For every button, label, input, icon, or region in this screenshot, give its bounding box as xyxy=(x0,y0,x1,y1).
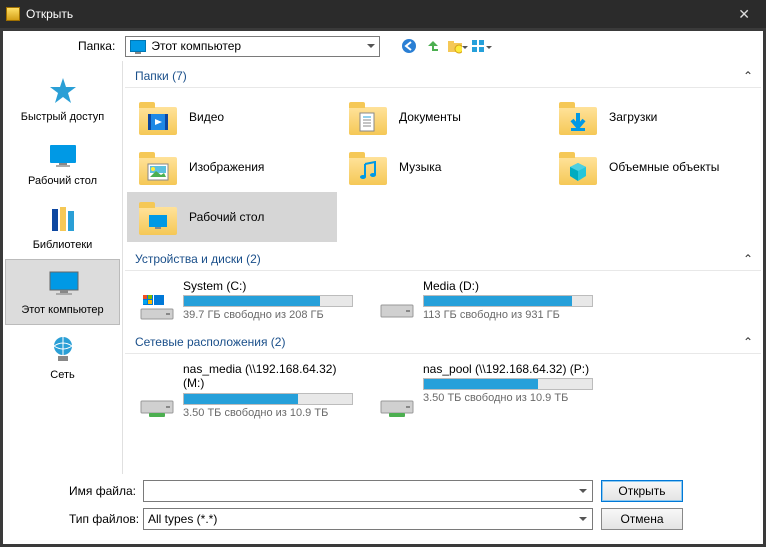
drive-name: nas_media (\\192.168.64.32) (M:) xyxy=(183,362,361,391)
sidebar-item-label: Сеть xyxy=(50,369,74,381)
folder-downloads[interactable]: Загрузки xyxy=(547,92,757,142)
drive-capacity-bar xyxy=(183,393,353,405)
folder-label: Загрузки xyxy=(609,110,657,124)
sidebar-item-label: Этот компьютер xyxy=(21,304,103,316)
folder-dropdown[interactable]: Этот компьютер xyxy=(125,36,380,57)
drive-free-text: 3.50 ТБ свободно из 10.9 ТБ xyxy=(423,392,601,404)
desktop-icon xyxy=(47,139,79,171)
desktop-small-icon xyxy=(147,211,169,233)
network-icon xyxy=(47,333,79,365)
folder-label: Документы xyxy=(399,110,461,124)
content-area: Папки (7) ⌃ Видео Документы xyxy=(123,61,763,474)
folder-documents[interactable]: Документы xyxy=(337,92,547,142)
network-drive-icon xyxy=(139,362,175,419)
pc-icon xyxy=(130,40,146,52)
chevron-down-icon xyxy=(579,489,587,493)
section-network-header[interactable]: Сетевые расположения (2) ⌃ xyxy=(125,331,761,354)
star-icon xyxy=(47,75,79,107)
video-icon xyxy=(147,111,169,133)
sidebar-item-desktop[interactable]: Рабочий стол xyxy=(3,131,122,195)
libraries-icon xyxy=(47,203,79,235)
sidebar-item-label: Быстрый доступ xyxy=(21,111,105,123)
pc-icon xyxy=(47,268,79,300)
up-button[interactable] xyxy=(422,35,444,57)
system-drive-icon xyxy=(139,279,175,321)
chevron-down-icon xyxy=(367,44,375,48)
drive-name: nas_pool (\\192.168.64.32) (P:) xyxy=(423,362,601,376)
section-folders-header[interactable]: Папки (7) ⌃ xyxy=(125,65,761,88)
up-icon xyxy=(424,37,442,55)
sidebar-item-libraries[interactable]: Библиотеки xyxy=(3,195,122,259)
sidebar-item-label: Библиотеки xyxy=(33,239,93,251)
view-button[interactable] xyxy=(470,35,492,57)
close-button[interactable]: ✕ xyxy=(728,4,760,25)
folder-pictures[interactable]: Изображения xyxy=(127,142,337,192)
drive-free-text: 113 ГБ свободно из 931 ГБ xyxy=(423,309,601,321)
drive-name: System (C:) xyxy=(183,279,361,293)
folder-label: Изображения xyxy=(189,160,264,174)
pictures-icon xyxy=(147,161,169,183)
folder-label: Видео xyxy=(189,110,224,124)
downloads-icon xyxy=(567,111,589,133)
network-drive-icon xyxy=(379,362,415,419)
toolbar: Папка: Этот компьютер xyxy=(3,31,763,61)
music-icon xyxy=(357,161,379,183)
cancel-button[interactable]: Отмена xyxy=(601,508,683,530)
folder-videos[interactable]: Видео xyxy=(127,92,337,142)
drive-free-text: 3.50 ТБ свободно из 10.9 ТБ xyxy=(183,407,361,419)
sidebar-item-quick[interactable]: Быстрый доступ xyxy=(3,67,122,131)
section-title: Сетевые расположения (2) xyxy=(135,335,285,349)
sidebar-item-pc[interactable]: Этот компьютер xyxy=(5,259,120,325)
network-drive-p[interactable]: nas_pool (\\192.168.64.32) (P:) 3.50 ТБ … xyxy=(367,358,607,423)
bottom-panel: Имя файла: Открыть Тип файлов: All types… xyxy=(3,474,763,544)
drive-free-text: 39.7 ГБ свободно из 208 ГБ xyxy=(183,309,361,321)
folder-label: Папка: xyxy=(78,39,115,53)
filename-label: Имя файла: xyxy=(13,484,135,498)
drive-d[interactable]: Media (D:) 113 ГБ свободно из 931 ГБ xyxy=(367,275,607,325)
chevron-up-icon: ⌃ xyxy=(743,69,753,83)
drive-capacity-bar xyxy=(183,295,353,307)
section-title: Папки (7) xyxy=(135,69,187,83)
folder-label: Музыка xyxy=(399,160,441,174)
open-button[interactable]: Открыть xyxy=(601,480,683,502)
sidebar: Быстрый доступ Рабочий стол Библиотеки Э… xyxy=(3,61,123,474)
window-title: Открыть xyxy=(26,7,73,21)
chevron-up-icon: ⌃ xyxy=(743,252,753,266)
back-button[interactable] xyxy=(398,35,420,57)
filetype-value: All types (*.*) xyxy=(148,512,217,526)
filename-input[interactable] xyxy=(143,480,593,502)
3d-icon xyxy=(567,161,589,183)
drive-capacity-bar xyxy=(423,378,593,390)
folder-dropdown-value: Этот компьютер xyxy=(151,39,241,53)
folder-3d[interactable]: Объемные объекты xyxy=(547,142,757,192)
titlebar: Открыть ✕ xyxy=(0,0,766,28)
folder-music[interactable]: Музыка xyxy=(337,142,547,192)
filetype-dropdown[interactable]: All types (*.*) xyxy=(143,508,593,530)
documents-icon xyxy=(357,111,379,133)
back-icon xyxy=(400,37,418,55)
sidebar-item-label: Рабочий стол xyxy=(28,175,97,187)
drive-c[interactable]: System (C:) 39.7 ГБ свободно из 208 ГБ xyxy=(127,275,367,325)
section-drives-header[interactable]: Устройства и диски (2) ⌃ xyxy=(125,248,761,271)
sidebar-item-network[interactable]: Сеть xyxy=(3,325,122,389)
network-drive-m[interactable]: nas_media (\\192.168.64.32) (M:) 3.50 ТБ… xyxy=(127,358,367,423)
view-icon xyxy=(470,37,486,55)
app-icon xyxy=(6,7,20,21)
folder-label: Объемные объекты xyxy=(609,160,719,174)
folder-desktop[interactable]: Рабочий стол xyxy=(127,192,337,242)
new-folder-icon xyxy=(446,37,462,55)
section-title: Устройства и диски (2) xyxy=(135,252,261,266)
folder-label: Рабочий стол xyxy=(189,210,264,224)
hdd-icon xyxy=(379,279,415,321)
chevron-down-icon xyxy=(579,517,587,521)
chevron-up-icon: ⌃ xyxy=(743,335,753,349)
drive-name: Media (D:) xyxy=(423,279,601,293)
filetype-label: Тип файлов: xyxy=(13,512,135,526)
new-folder-button[interactable] xyxy=(446,35,468,57)
drive-capacity-bar xyxy=(423,295,593,307)
